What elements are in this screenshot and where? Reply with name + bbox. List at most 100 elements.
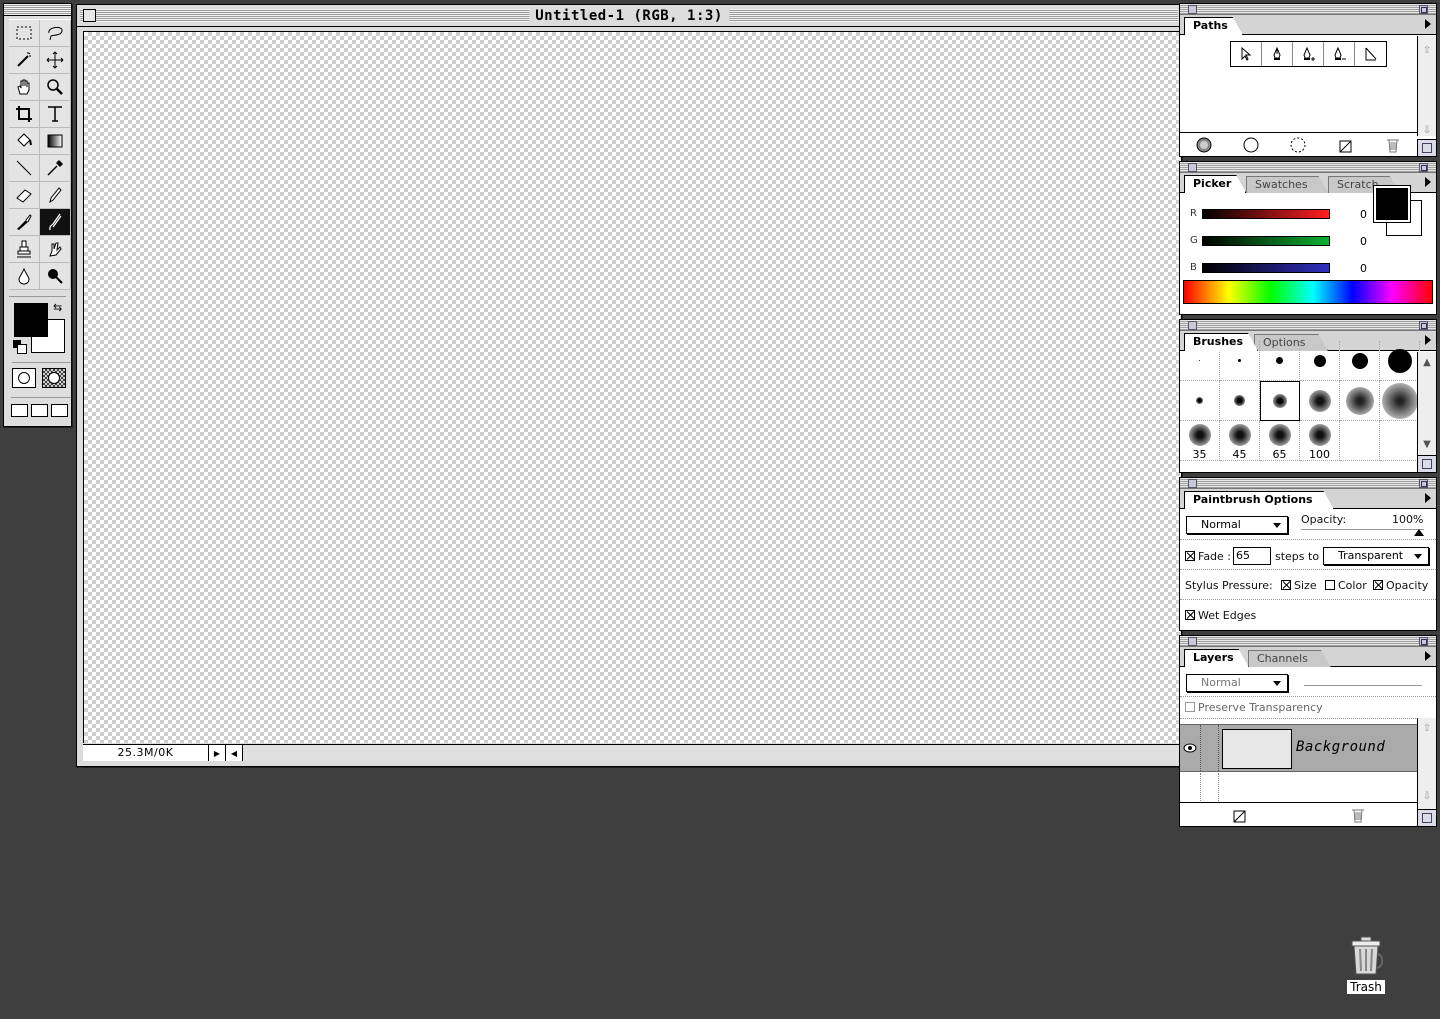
- load-selection-button[interactable]: [1289, 136, 1307, 154]
- opacity-slider-track[interactable]: [1301, 529, 1424, 530]
- paintbrush-options-title-bar[interactable]: [1180, 478, 1436, 489]
- opacity-value[interactable]: 100%: [1392, 513, 1423, 526]
- tab-channels[interactable]: Channels: [1248, 650, 1331, 667]
- brush-soft-5[interactable]: [1180, 381, 1220, 421]
- brush-soft-100[interactable]: 100: [1300, 421, 1340, 461]
- red-slider-track[interactable]: [1202, 209, 1330, 219]
- palette-zoom-icon[interactable]: [1419, 163, 1428, 172]
- paths-vertical-scrollbar[interactable]: ⇧ ⇩: [1417, 36, 1436, 136]
- full-screen-button[interactable]: [51, 404, 68, 417]
- crop-tool[interactable]: [9, 101, 40, 128]
- palette-menu-arrow-icon[interactable]: [1425, 493, 1431, 503]
- standard-screen-button[interactable]: [11, 404, 28, 417]
- convert-anchor-tool[interactable]: [1355, 42, 1386, 66]
- scroll-down-icon[interactable]: ⇩: [1421, 790, 1433, 802]
- trash-can-icon[interactable]: [1349, 936, 1384, 976]
- paint-bucket-tool[interactable]: [9, 128, 40, 155]
- full-screen-menubar-button[interactable]: [31, 404, 48, 417]
- palette-close-icon[interactable]: [1188, 5, 1197, 14]
- transparent-canvas[interactable]: [83, 31, 1181, 743]
- palette-resize-icon[interactable]: [1417, 809, 1436, 826]
- brush-soft-35[interactable]: 35: [1180, 421, 1220, 461]
- delete-layer-button[interactable]: [1349, 806, 1367, 824]
- pencil-tool[interactable]: [40, 182, 71, 209]
- dodge-tool[interactable]: [40, 263, 71, 290]
- default-colors-icon[interactable]: [13, 340, 27, 354]
- brush-soft-13-selected[interactable]: [1260, 381, 1300, 421]
- stroke-path-button[interactable]: [1242, 136, 1260, 154]
- palette-close-icon[interactable]: [1188, 479, 1197, 488]
- line-tool[interactable]: [9, 155, 40, 182]
- green-slider-thumb[interactable]: [1199, 245, 1211, 253]
- palette-close-icon[interactable]: [1188, 163, 1197, 172]
- picker-foreground-swatch[interactable]: [1373, 185, 1411, 223]
- zoom-tool[interactable]: [40, 74, 71, 101]
- quick-mask-mode-button[interactable]: [42, 368, 66, 388]
- green-slider-track[interactable]: [1202, 236, 1330, 246]
- toolbox-title-bar[interactable]: [4, 4, 71, 16]
- preserve-transparency-checkbox[interactable]: [1185, 702, 1195, 712]
- stylus-color-option[interactable]: Color: [1325, 579, 1367, 592]
- scroll-up-icon[interactable]: ▲: [1421, 356, 1433, 368]
- stylus-size-checkbox[interactable]: [1281, 580, 1291, 590]
- palette-close-icon[interactable]: [1188, 637, 1197, 646]
- blur-tool[interactable]: [9, 263, 40, 290]
- paintbrush-tool[interactable]: [40, 209, 71, 236]
- eyedropper-tool[interactable]: [40, 155, 71, 182]
- brush-empty-slot[interactable]: [1380, 421, 1420, 461]
- palette-menu-arrow-icon[interactable]: [1425, 19, 1431, 29]
- type-tool[interactable]: [40, 101, 71, 128]
- brushes-vertical-scrollbar[interactable]: ▲ ▼: [1417, 352, 1436, 458]
- scroll-up-icon[interactable]: ⇧: [1421, 44, 1433, 56]
- brush-hard-19[interactable]: [1380, 341, 1420, 381]
- tab-swatches[interactable]: Swatches: [1246, 176, 1329, 193]
- swap-colors-icon[interactable]: ⇆: [53, 301, 62, 314]
- scroll-up-icon[interactable]: ⇧: [1421, 722, 1433, 734]
- hand-tool[interactable]: [9, 74, 40, 101]
- fade-steps-field[interactable]: 65: [1233, 547, 1271, 565]
- preserve-transparency-option[interactable]: Preserve Transparency: [1185, 701, 1323, 714]
- scroll-left-arrow-icon[interactable]: ◀: [226, 745, 243, 761]
- eraser-tool[interactable]: [9, 182, 40, 209]
- brush-soft-45[interactable]: 45: [1220, 421, 1260, 461]
- stylus-opacity-checkbox[interactable]: [1373, 580, 1383, 590]
- palette-resize-icon[interactable]: [1417, 139, 1436, 156]
- color-spectrum-bar[interactable]: [1183, 280, 1433, 304]
- delete-anchor-tool[interactable]: [1324, 42, 1355, 66]
- fade-checkbox[interactable]: [1185, 551, 1195, 561]
- close-box-icon[interactable]: [83, 9, 96, 22]
- brush-soft-27[interactable]: [1380, 381, 1420, 421]
- fade-option[interactable]: Fade :: [1185, 550, 1231, 563]
- foreground-color-swatch[interactable]: [14, 303, 48, 337]
- stylus-opacity-option[interactable]: Opacity: [1373, 579, 1428, 592]
- blue-slider-thumb[interactable]: [1199, 272, 1211, 280]
- palette-zoom-icon[interactable]: [1419, 479, 1428, 488]
- tab-picker[interactable]: Picker: [1184, 175, 1246, 193]
- opacity-slider-thumb[interactable]: [1414, 529, 1424, 536]
- palette-close-icon[interactable]: [1188, 321, 1197, 330]
- picker-palette-title-bar[interactable]: [1180, 162, 1436, 173]
- palette-resize-icon[interactable]: [1417, 455, 1436, 472]
- delete-path-button[interactable]: [1384, 136, 1402, 154]
- brush-hard-13[interactable]: [1340, 341, 1380, 381]
- layer-opacity-slider[interactable]: [1304, 685, 1422, 686]
- move-tool[interactable]: [40, 47, 71, 74]
- blue-slider-track[interactable]: [1202, 263, 1330, 273]
- scroll-down-icon[interactable]: ▼: [1421, 438, 1433, 450]
- brush-soft-21[interactable]: [1340, 381, 1380, 421]
- brush-soft-17[interactable]: [1300, 381, 1340, 421]
- palette-menu-arrow-icon[interactable]: [1425, 335, 1431, 345]
- add-anchor-tool[interactable]: [1293, 42, 1324, 66]
- brush-soft-65[interactable]: 65: [1260, 421, 1300, 461]
- layer-blend-mode-select[interactable]: Normal: [1186, 674, 1288, 692]
- layer-row-background[interactable]: Background: [1180, 724, 1417, 772]
- tab-paintbrush-options[interactable]: Paintbrush Options: [1184, 491, 1334, 509]
- palette-zoom-icon[interactable]: [1419, 321, 1428, 330]
- palette-menu-arrow-icon[interactable]: [1425, 651, 1431, 661]
- horizontal-scrollbar[interactable]: [243, 745, 1181, 761]
- brush-soft-9[interactable]: [1220, 381, 1260, 421]
- info-popup-arrow-icon[interactable]: ▶: [209, 745, 226, 761]
- red-slider-thumb[interactable]: [1199, 218, 1211, 226]
- palette-zoom-icon[interactable]: [1419, 5, 1428, 14]
- blend-mode-select[interactable]: Normal: [1186, 516, 1288, 534]
